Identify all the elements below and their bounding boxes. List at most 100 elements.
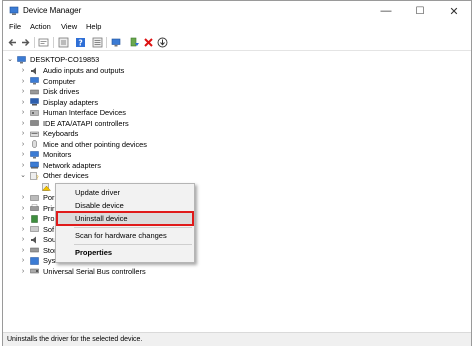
chevron-right-icon[interactable]: › bbox=[19, 107, 27, 118]
maximize-button[interactable]: ☐ bbox=[403, 1, 437, 21]
menu-help[interactable]: Help bbox=[86, 22, 101, 31]
tree-item-label: Por bbox=[43, 193, 55, 202]
tree-root[interactable]: ⌄ DESKTOP-CO19853 bbox=[3, 54, 203, 65]
view-icon[interactable] bbox=[92, 37, 103, 48]
chevron-right-icon[interactable]: › bbox=[19, 192, 27, 203]
chevron-right-icon[interactable]: › bbox=[19, 266, 27, 277]
tree-item-print-queues[interactable]: › Prir bbox=[3, 203, 63, 214]
help-icon[interactable]: ? bbox=[75, 37, 86, 48]
chevron-right-icon[interactable]: › bbox=[19, 213, 27, 224]
tree-item-usb[interactable]: › Universal Serial Bus controllers bbox=[3, 266, 243, 277]
tree-item-network[interactable]: › Network adapters bbox=[3, 160, 243, 171]
processor-icon bbox=[31, 214, 38, 223]
tree-item-label: Monitors bbox=[43, 150, 72, 159]
chevron-right-icon[interactable]: › bbox=[19, 97, 27, 108]
tree-item-label: Sof bbox=[43, 224, 55, 234]
menu-bar: File Action View Help bbox=[3, 21, 471, 34]
tree-item-hid[interactable]: › Human Interface Devices bbox=[3, 107, 243, 118]
tree-item-software-devices[interactable]: › Sof bbox=[3, 224, 63, 235]
hid-icon bbox=[30, 109, 39, 116]
menu-item-properties[interactable]: Properties bbox=[56, 246, 194, 259]
computer-icon bbox=[17, 55, 26, 63]
minimize-button[interactable]: — bbox=[369, 1, 403, 21]
usb-icon bbox=[30, 268, 39, 274]
update-driver-icon[interactable] bbox=[129, 37, 140, 48]
menu-file[interactable]: File bbox=[9, 22, 21, 31]
menu-separator bbox=[74, 227, 192, 228]
software-device-icon bbox=[30, 226, 39, 232]
disk-drive-icon bbox=[30, 89, 39, 94]
chevron-right-icon[interactable]: › bbox=[19, 255, 27, 266]
tree-item-keyboards[interactable]: › Keyboards bbox=[3, 128, 243, 139]
menu-item-scan-hardware[interactable]: Scan for hardware changes bbox=[56, 229, 194, 242]
chevron-right-icon[interactable]: › bbox=[19, 203, 27, 214]
tree-item-label: Pro bbox=[43, 214, 55, 223]
chevron-right-icon[interactable]: › bbox=[19, 65, 27, 76]
computer-icon bbox=[30, 77, 39, 85]
speaker-icon bbox=[31, 67, 36, 74]
chevron-right-icon[interactable]: › bbox=[19, 224, 27, 235]
toolbar: ? bbox=[3, 34, 471, 51]
tree-item-label: Mice and other pointing devices bbox=[43, 139, 147, 149]
display-adapter-icon bbox=[30, 98, 39, 106]
chevron-right-icon[interactable]: › bbox=[19, 160, 27, 171]
chevron-down-icon[interactable]: ⌄ bbox=[6, 54, 14, 65]
tree-item-label: Human Interface Devices bbox=[43, 108, 126, 117]
tree-item-display-adapters[interactable]: › Display adapters bbox=[3, 97, 243, 108]
download-icon[interactable] bbox=[157, 37, 168, 48]
tree-item-label: Other devices bbox=[43, 171, 89, 180]
tree-item-label: Disk drives bbox=[43, 87, 80, 96]
chevron-down-icon[interactable]: ⌄ bbox=[19, 170, 27, 181]
tree-item-label: Prir bbox=[43, 203, 55, 213]
chevron-right-icon[interactable]: › bbox=[19, 245, 27, 256]
tree-item-monitors[interactable]: › Monitors bbox=[3, 149, 243, 160]
properties-icon[interactable] bbox=[38, 37, 49, 48]
tree-item-label: Audio inputs and outputs bbox=[43, 66, 125, 75]
other-devices-icon: ? bbox=[30, 171, 39, 180]
tree-item-computer[interactable]: › Computer bbox=[3, 76, 243, 87]
status-text: Uninstalls the driver for the selected d… bbox=[7, 336, 143, 343]
tree-item-mice[interactable]: › Mice and other pointing devices bbox=[3, 139, 243, 150]
system-device-icon bbox=[30, 256, 39, 265]
chevron-right-icon[interactable]: › bbox=[19, 86, 27, 97]
network-adapter-icon bbox=[30, 161, 39, 169]
scan-hardware-icon[interactable] bbox=[111, 37, 122, 48]
mouse-icon bbox=[32, 140, 37, 148]
menu-action[interactable]: Action bbox=[30, 22, 51, 31]
tree-item-other-devices[interactable]: ⌄ ? Other devices bbox=[3, 170, 243, 181]
forward-icon[interactable] bbox=[20, 37, 31, 48]
title-bar: Device Manager — ☐ ✕ bbox=[3, 1, 471, 21]
chevron-right-icon[interactable]: › bbox=[19, 128, 27, 139]
tree-item-label: IDE ATA/ATAPI controllers bbox=[43, 118, 129, 128]
tree-item-disk-drives[interactable]: › Disk drives bbox=[3, 86, 243, 97]
device-manager-app-icon bbox=[9, 6, 19, 15]
chevron-right-icon[interactable]: › bbox=[19, 234, 27, 245]
toolbar-separator bbox=[34, 37, 35, 48]
svg-text:?: ? bbox=[78, 38, 82, 47]
tree-item-audio[interactable]: › Audio inputs and outputs bbox=[3, 65, 243, 76]
tree-item-processors[interactable]: › Pro bbox=[3, 213, 63, 224]
back-icon[interactable] bbox=[7, 37, 18, 48]
menu-item-update-driver[interactable]: Update driver bbox=[56, 186, 194, 199]
speaker-icon bbox=[31, 236, 36, 243]
tree-item-ide[interactable]: › IDE ATA/ATAPI controllers bbox=[3, 118, 243, 129]
tree-item-sound[interactable]: › Sou bbox=[3, 234, 63, 245]
menu-item-uninstall-device[interactable]: Uninstall device bbox=[56, 211, 194, 226]
uninstall-icon[interactable] bbox=[143, 37, 154, 48]
tree-item-label: Computer bbox=[43, 76, 76, 86]
ide-controller-icon bbox=[30, 120, 39, 126]
menu-item-disable-device[interactable]: Disable device bbox=[56, 199, 194, 212]
chevron-right-icon[interactable]: › bbox=[19, 118, 27, 129]
show-hidden-icon[interactable] bbox=[58, 37, 69, 48]
chevron-right-icon[interactable]: › bbox=[19, 139, 27, 150]
tree-item-storage[interactable]: › Stor bbox=[3, 245, 63, 256]
storage-icon bbox=[30, 247, 39, 253]
close-button[interactable]: ✕ bbox=[437, 1, 471, 21]
chevron-right-icon[interactable]: › bbox=[19, 149, 27, 160]
tree-item-unknown-device[interactable] bbox=[3, 181, 63, 192]
chevron-right-icon[interactable]: › bbox=[19, 76, 27, 87]
monitor-icon bbox=[30, 150, 39, 158]
tree-item-ports[interactable]: › Por bbox=[3, 192, 63, 203]
menu-view[interactable]: View bbox=[61, 22, 77, 31]
unknown-device-warning-icon bbox=[42, 182, 51, 191]
